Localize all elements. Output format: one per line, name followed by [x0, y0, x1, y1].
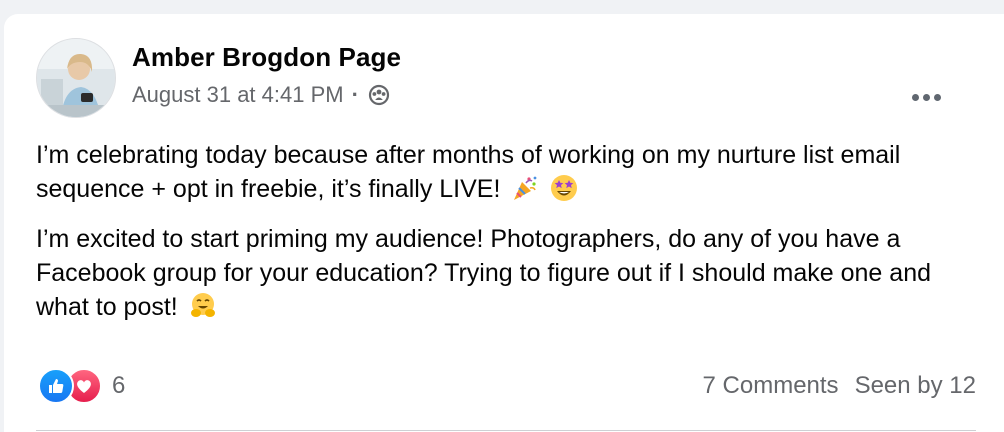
more-dot-icon [933, 93, 941, 101]
post-header: Amber Brogdon Page August 31 at 4:41 PM … [36, 38, 976, 118]
post-stats: 7 Comments Seen by 12 [703, 372, 976, 400]
post-timestamp[interactable]: August 31 at 4:41 PM [132, 82, 344, 108]
footer-divider [36, 430, 976, 431]
post-paragraph: I’m celebrating today because after mont… [36, 138, 966, 211]
post-body: I’m celebrating today because after mont… [36, 138, 966, 340]
comments-count-link[interactable]: 7 Comments [703, 372, 839, 400]
star-struck-icon [550, 174, 578, 211]
more-options-button[interactable] [904, 82, 948, 112]
meta-separator: · [351, 82, 359, 107]
more-dot-icon [922, 93, 930, 101]
reaction-count[interactable]: 6 [112, 372, 125, 400]
like-icon [38, 368, 74, 404]
reactions-summary[interactable]: 6 [38, 368, 125, 404]
seen-by-link[interactable]: Seen by 12 [855, 372, 976, 400]
avatar-image [37, 39, 115, 117]
avatar[interactable] [36, 38, 116, 118]
post-text-2: I’m excited to start priming my audience… [36, 225, 931, 321]
more-dot-icon [911, 93, 919, 101]
post-paragraph: I’m excited to start priming my audience… [36, 222, 966, 329]
post-card: Amber Brogdon Page August 31 at 4:41 PM … [4, 14, 1004, 432]
hugging-face-icon [189, 292, 217, 329]
post-text-1: I’m celebrating today because after mont… [36, 141, 901, 203]
group-icon[interactable] [367, 83, 391, 107]
author-name[interactable]: Amber Brogdon Page [132, 42, 401, 73]
post-footer: 6 7 Comments Seen by 12 [38, 368, 978, 408]
post-meta: August 31 at 4:41 PM · [132, 82, 391, 108]
party-popper-icon [511, 174, 539, 211]
